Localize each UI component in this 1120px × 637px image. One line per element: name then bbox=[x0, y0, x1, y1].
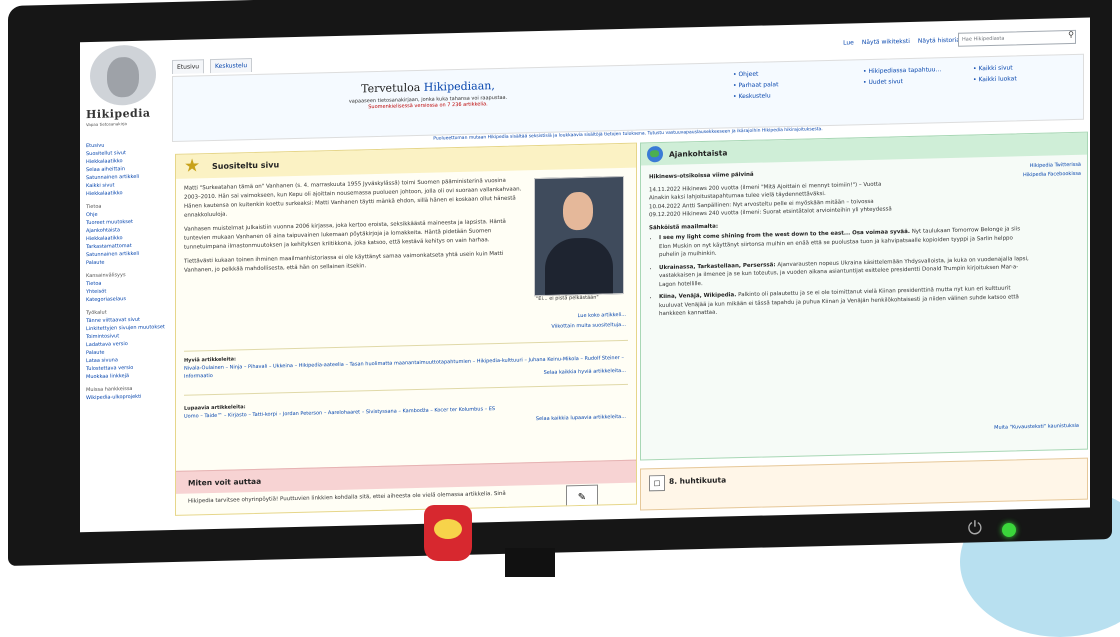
current-heading: Ajankohtaista bbox=[669, 148, 728, 159]
featured-paragraph: Vanhasen muistelmat julkaistiin vuonna 2… bbox=[184, 218, 506, 251]
on-this-day-box: □ 8. huhtikuuta bbox=[640, 457, 1088, 511]
search-input[interactable]: Hae Hikipediasta bbox=[958, 29, 1076, 47]
featured-portrait[interactable] bbox=[534, 175, 624, 297]
history-link[interactable]: Näytä historia bbox=[918, 37, 960, 45]
edit-icon: ✎ bbox=[566, 484, 598, 512]
featured-text: Matti "Surkeatahan tämä on" Vanhanen (s.… bbox=[184, 176, 524, 280]
all-promising-link[interactable]: Selaa kaikkia lupaavia artikkeleita... bbox=[536, 414, 626, 422]
portrait-face bbox=[563, 191, 593, 231]
sidebar-link[interactable]: Hiekkalaatikko bbox=[86, 188, 174, 198]
banner-link[interactable]: • Keskustelu bbox=[733, 90, 778, 102]
wiki-logo-text[interactable]: Hikipedia bbox=[86, 107, 151, 122]
flash-item-body: Ajanvarausten nopeus Ukraina käsittelemä… bbox=[659, 255, 1029, 288]
portrait-suit bbox=[545, 237, 613, 295]
banner-link[interactable]: • Uudet sivut bbox=[863, 75, 941, 88]
featured-paragraph: Tiettävästi kukaan toinen ihminen maailm… bbox=[184, 250, 504, 274]
calendar-icon: □ bbox=[649, 474, 665, 492]
search-icon[interactable]: ⚲ bbox=[1068, 30, 1074, 39]
divider bbox=[184, 383, 628, 396]
flash-item: Kiina, Venäjä, Wikipedia. Palkinto oli p… bbox=[659, 284, 1029, 319]
power-led bbox=[1002, 523, 1016, 537]
banner-links-3: • Kaikki sivut • Kaikki luokat bbox=[973, 62, 1017, 85]
portrait-caption: "Ei... ei pistä pelkästään" bbox=[536, 294, 599, 303]
read-more-link[interactable]: Lue koko artikkeli... bbox=[578, 312, 626, 319]
all-good-articles-link[interactable]: Selaa kaikkia hyviä artikkeleita... bbox=[544, 368, 626, 376]
globe-icon bbox=[647, 145, 663, 163]
flash-item: Ukrainassa, Tarkastellaan, Perserssä: Aj… bbox=[659, 255, 1029, 290]
sidebar-link[interactable]: Kategoriaselaus bbox=[86, 294, 174, 304]
monitor-stand bbox=[505, 548, 555, 577]
banner-links-1: • Ohjeet • Parhaat palat • Keskustelu bbox=[733, 68, 778, 102]
current-events-box: Ajankohtaista Hikipedia Twitterissä Hiki… bbox=[640, 131, 1088, 461]
flash-label: Sähköistä maailmalta: bbox=[649, 223, 719, 231]
power-icon[interactable]: ⏻ bbox=[968, 520, 982, 538]
flash-list: I see my light come shining from the wes… bbox=[659, 225, 1029, 319]
welcome-title-link[interactable]: Hikipediaan, bbox=[424, 79, 495, 94]
wiki-logo[interactable] bbox=[90, 44, 156, 106]
monitor-frame: Hikipedia Vapaa tietosanakirja Etusivu S… bbox=[8, 0, 1112, 567]
sidebar-link[interactable]: Muokkaa linkkejä bbox=[86, 371, 174, 381]
read-link[interactable]: Lue bbox=[843, 39, 854, 46]
featured-paragraph: Matti "Surkeatahan tämä on" Vanhanen (s.… bbox=[184, 177, 522, 219]
wiki-logo-tagline: Vapaa tietosanakirja bbox=[86, 121, 127, 128]
sidebar-link[interactable]: Palaute bbox=[86, 257, 174, 267]
featured-article-box: ★ Suositeltu sivu Matti "Surkeatahan täm… bbox=[175, 142, 637, 516]
banner-link[interactable]: • Parhaat palat bbox=[733, 79, 778, 91]
flash-item-title: Kiina, Venäjä, Wikipedia. bbox=[659, 292, 737, 301]
on-this-day-heading: 8. huhtikuuta bbox=[669, 475, 727, 486]
star-icon: ★ bbox=[184, 155, 201, 177]
sidebar-link[interactable]: Wikipedia-ulkoprojekti bbox=[86, 392, 174, 402]
news-label: Hikinews-otsikoissa viime päivinä bbox=[649, 171, 754, 181]
banner-link[interactable]: • Kaikki luokat bbox=[973, 73, 1017, 85]
featured-heading: Suositeltu sivu bbox=[212, 160, 280, 172]
flash-item-title: Ukrainassa, Tarkastellaan, Perserssä: bbox=[659, 261, 776, 271]
banner-links-2: • Hikipediassa tapahtuu... • Uudet sivut bbox=[863, 64, 941, 88]
sidebar: Etusivu Suositellut sivut Hiekkalaatikko… bbox=[86, 140, 174, 402]
mascot-figure bbox=[424, 505, 472, 561]
social-links: Hikipedia Twitterissä Hikipedia Facebook… bbox=[1023, 161, 1081, 180]
welcome-title-prefix: Tervetuloa bbox=[361, 80, 421, 96]
more-featured-link[interactable]: Viikottain muita suositeltuja... bbox=[551, 322, 626, 330]
flash-item-body: Palkinto oli palautettu ja se ei ole toi… bbox=[659, 285, 1019, 318]
tab-discussion[interactable]: Keskustelu bbox=[210, 58, 253, 74]
help-heading: Miten voit auttaa bbox=[188, 476, 262, 488]
tab-main-page[interactable]: Etusivu bbox=[172, 59, 205, 74]
current-body: Hikinews-otsikoissa viime päivinä 14.11.… bbox=[649, 164, 1029, 323]
page-actions: Lue Näytä wikiteksti Näytä historia bbox=[843, 37, 960, 47]
view-source-link[interactable]: Näytä wikiteksti bbox=[862, 38, 910, 46]
welcome-block: Tervetuloa Hikipediaan, vapaaseen tietos… bbox=[313, 78, 543, 112]
facebook-link[interactable]: Hikipedia Facebookissa bbox=[1023, 170, 1081, 180]
browser-screen: Hikipedia Vapaa tietosanakirja Etusivu S… bbox=[80, 17, 1090, 533]
current-footer-link[interactable]: Muita "Kuvausteksti" kaunistuksia bbox=[994, 423, 1079, 431]
